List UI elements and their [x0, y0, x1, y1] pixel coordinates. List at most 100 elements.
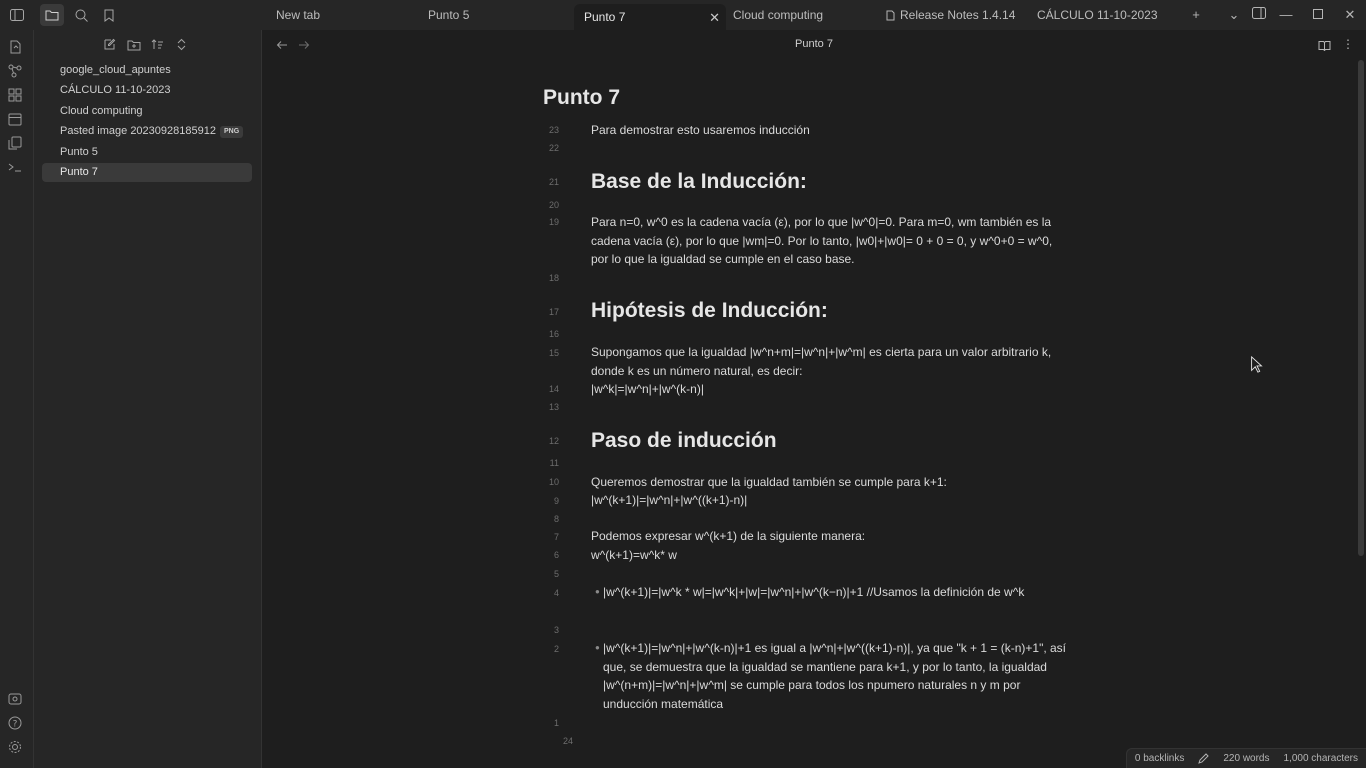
tab-label: Punto 5 [428, 8, 470, 22]
tab-label: CÁLCULO 11-10-2023 [1037, 8, 1158, 22]
settings-gear-icon[interactable] [8, 740, 24, 756]
list-item-1[interactable]: |w^(k+1)|=|w^k * w|=|w^k|+|w|=|w^n|+|w^(… [603, 583, 1073, 602]
tab-new-tab[interactable]: New tab [266, 0, 416, 30]
pencil-icon[interactable] [1198, 753, 1210, 764]
paragraph-intro[interactable]: Para demostrar esto usaremos inducción [591, 121, 1071, 140]
editor-pane: Punto 7 ⋮ Punto 7 23 22 21 20 19 18 17 1… [262, 30, 1366, 768]
tab-punto-7[interactable]: Punto 7 ✕ [574, 4, 726, 30]
top-left-toolbar [0, 0, 262, 30]
tab-release-notes[interactable]: Release Notes 1.4.14 [876, 0, 1026, 30]
paragraph-paso-4[interactable]: w^(k+1)=w^k* w [591, 546, 1071, 565]
more-options-icon[interactable]: ⋮ [1342, 38, 1356, 52]
sidebar-toggle-icon[interactable] [8, 6, 26, 24]
line-number: 6 [553, 550, 559, 560]
line-number: 8 [553, 514, 559, 524]
line-number: 3 [553, 625, 559, 635]
editor-scrollbar[interactable] [1358, 60, 1364, 556]
paragraph-hipotesis-formula[interactable]: |w^k|=|w^n|+|w^(k-n)| [591, 380, 1071, 399]
mouse-pointer-icon [1251, 356, 1263, 373]
new-folder-icon[interactable] [127, 38, 143, 54]
title-bar: New tab Punto 5 Punto 7 ✕ Cloud computin… [0, 0, 1366, 30]
view-header-title[interactable]: Punto 7 [262, 38, 1366, 50]
file-item[interactable]: CÁLCULO 11-10-2023 [42, 81, 252, 100]
reading-view-book-icon[interactable] [1318, 38, 1332, 52]
file-label: Cloud computing [60, 105, 143, 117]
help-icon[interactable]: ? [8, 716, 24, 732]
status-bar: 0 backlinks 220 words 1,000 characters [1125, 748, 1366, 768]
line-number: 14 [548, 384, 559, 394]
new-note-icon[interactable] [103, 38, 119, 54]
line-number: 15 [548, 348, 559, 358]
line-number: 17 [548, 307, 559, 317]
graph-view-icon[interactable] [8, 64, 24, 80]
file-label: Punto 5 [60, 146, 98, 158]
note-title[interactable]: Punto 7 [543, 86, 620, 110]
collapse-expand-icon[interactable] [176, 38, 192, 54]
line-number: 9 [553, 496, 559, 506]
paragraph-paso-3[interactable]: Podemos expresar w^(k+1) de la siguiente… [591, 527, 1071, 546]
line-number: 4 [553, 588, 559, 598]
file-item[interactable]: Cloud computing [42, 102, 252, 121]
calendar-icon[interactable] [8, 112, 24, 128]
tab-label: Release Notes 1.4.14 [900, 8, 1016, 22]
new-tab-icon[interactable]: + [1188, 7, 1204, 23]
line-number: 12 [548, 436, 559, 446]
file-explorer: google_cloud_apuntes CÁLCULO 11-10-2023 … [34, 30, 262, 768]
sort-icon[interactable] [151, 38, 167, 54]
file-item[interactable]: Pasted image 20230928185912 PNG [42, 122, 252, 141]
line-number: 1 [553, 718, 559, 728]
paragraph-paso-2[interactable]: |w^(k+1)|=|w^n|+|w^((k+1)-n)| [591, 491, 1071, 510]
file-label: CÁLCULO 11-10-2023 [60, 84, 171, 96]
tab-list-chevron-icon[interactable]: ⌄ [1226, 7, 1242, 23]
file-item[interactable]: Punto 5 [42, 143, 252, 162]
line-number: 5 [553, 569, 559, 579]
word-count: 220 words [1223, 753, 1270, 764]
paragraph-hipotesis[interactable]: Supongamos que la igualdad |w^n+m|=|w^n|… [591, 343, 1061, 380]
backlinks-count[interactable]: 0 backlinks [1135, 753, 1184, 764]
file-label: Punto 7 [60, 166, 98, 178]
file-label: google_cloud_apuntes [60, 64, 171, 76]
heading-hipotesis[interactable]: Hipótesis de Inducción: [591, 299, 828, 323]
line-number: 18 [548, 273, 559, 283]
terminal-icon[interactable] [8, 160, 24, 176]
bullet-icon: ● [595, 587, 600, 596]
line-number: 2 [553, 644, 559, 654]
search-icon[interactable] [72, 6, 90, 24]
list-item-2[interactable]: |w^(k+1)|=|w^n|+|w^(k-n)|+1 es igual a |… [603, 639, 1073, 713]
line-number: 11 [549, 458, 559, 468]
open-quick-switcher-icon[interactable] [8, 40, 24, 56]
paragraph-paso-1[interactable]: Queremos demostrar que la igualdad tambi… [591, 473, 1071, 492]
tab-label: Cloud computing [733, 8, 824, 22]
paragraph-base[interactable]: Para n=0, w^0 es la cadena vacía (ε), po… [591, 213, 1071, 269]
line-number: 24 [562, 736, 573, 746]
tab-punto-5[interactable]: Punto 5 [418, 0, 570, 30]
left-ribbon: ? [0, 30, 34, 768]
maximize-icon[interactable] [1310, 7, 1326, 23]
file-explorer-toolbar [34, 38, 262, 58]
line-number: 13 [548, 402, 559, 412]
right-sidebar-toggle-icon[interactable] [1251, 7, 1267, 23]
vault-switcher-icon[interactable] [8, 692, 24, 708]
character-count: 1,000 characters [1283, 753, 1359, 764]
line-number: 7 [553, 532, 559, 542]
tab-calculo[interactable]: CÁLCULO 11-10-2023 [1027, 0, 1177, 30]
heading-base[interactable]: Base de la Inducción: [591, 170, 807, 194]
folder-icon[interactable] [40, 4, 64, 26]
bookmark-icon[interactable] [100, 6, 118, 24]
minimize-icon[interactable]: — [1278, 7, 1294, 23]
tab-label: Punto 7 [584, 10, 626, 24]
file-item-active[interactable]: Punto 7 [42, 163, 252, 182]
heading-paso[interactable]: Paso de inducción [591, 429, 777, 453]
copy-icon[interactable] [8, 136, 24, 152]
tab-label: New tab [276, 8, 321, 22]
window-close-icon[interactable]: ✕ [1342, 7, 1358, 23]
bullet-icon: ● [595, 643, 600, 652]
line-number: 20 [548, 200, 559, 210]
svg-text:?: ? [13, 720, 18, 730]
file-item[interactable]: google_cloud_apuntes [42, 61, 252, 80]
tab-cloud-computing[interactable]: Cloud computing [723, 0, 873, 30]
line-number: 10 [548, 477, 559, 487]
line-number: 21 [548, 177, 559, 187]
canvas-icon[interactable] [8, 88, 24, 104]
close-icon[interactable]: ✕ [709, 10, 720, 26]
